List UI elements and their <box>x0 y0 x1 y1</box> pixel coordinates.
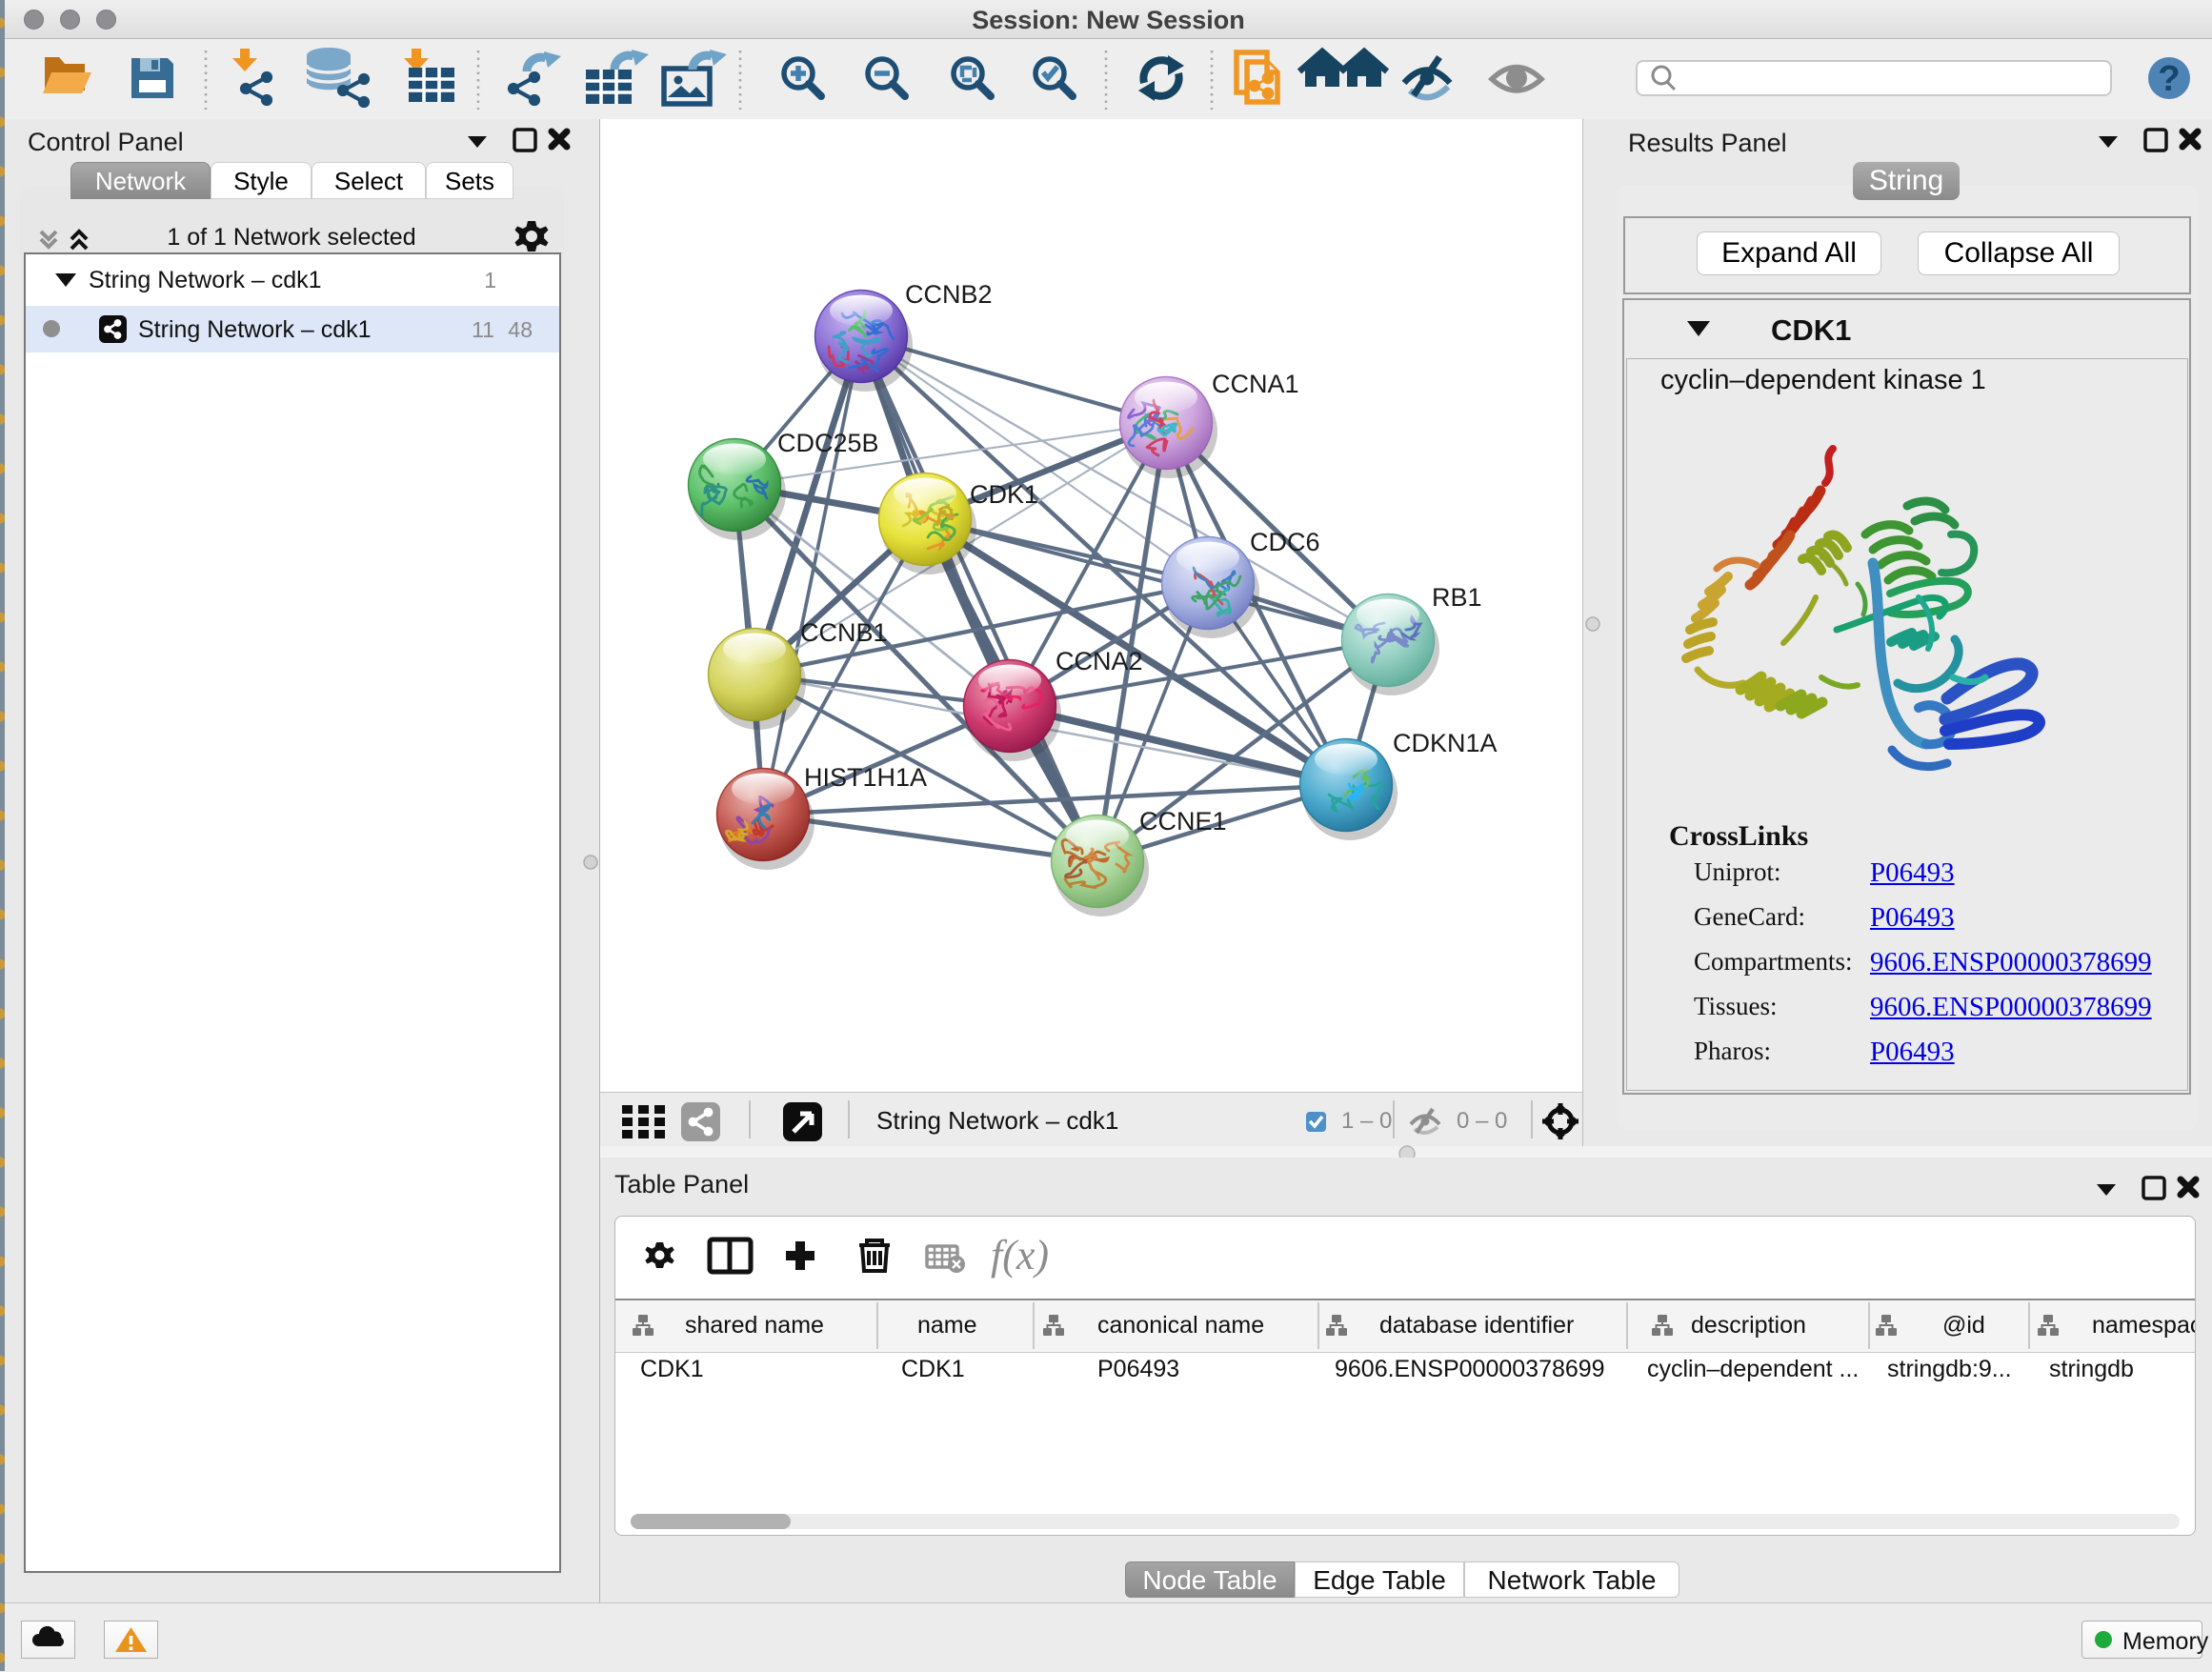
svg-text:f(x): f(x) <box>991 1232 1049 1279</box>
svg-text:CDC6: CDC6 <box>1250 528 1320 556</box>
svg-text:CDKN1A: CDKN1A <box>1393 729 1498 757</box>
svg-text:CDC25B: CDC25B <box>777 429 879 457</box>
svg-text:CCNB1: CCNB1 <box>800 618 888 647</box>
svg-text:CCNE1: CCNE1 <box>1139 807 1227 836</box>
svg-text:HIST1H1A: HIST1H1A <box>804 763 927 792</box>
svg-text:RB1: RB1 <box>1432 583 1482 612</box>
svg-text:CCNB2: CCNB2 <box>905 280 993 309</box>
svg-text:CCNA1: CCNA1 <box>1212 370 1299 398</box>
svg-text:CDK1: CDK1 <box>970 480 1038 509</box>
svg-text:?: ? <box>2158 59 2180 99</box>
svg-text:CCNA2: CCNA2 <box>1056 647 1143 675</box>
